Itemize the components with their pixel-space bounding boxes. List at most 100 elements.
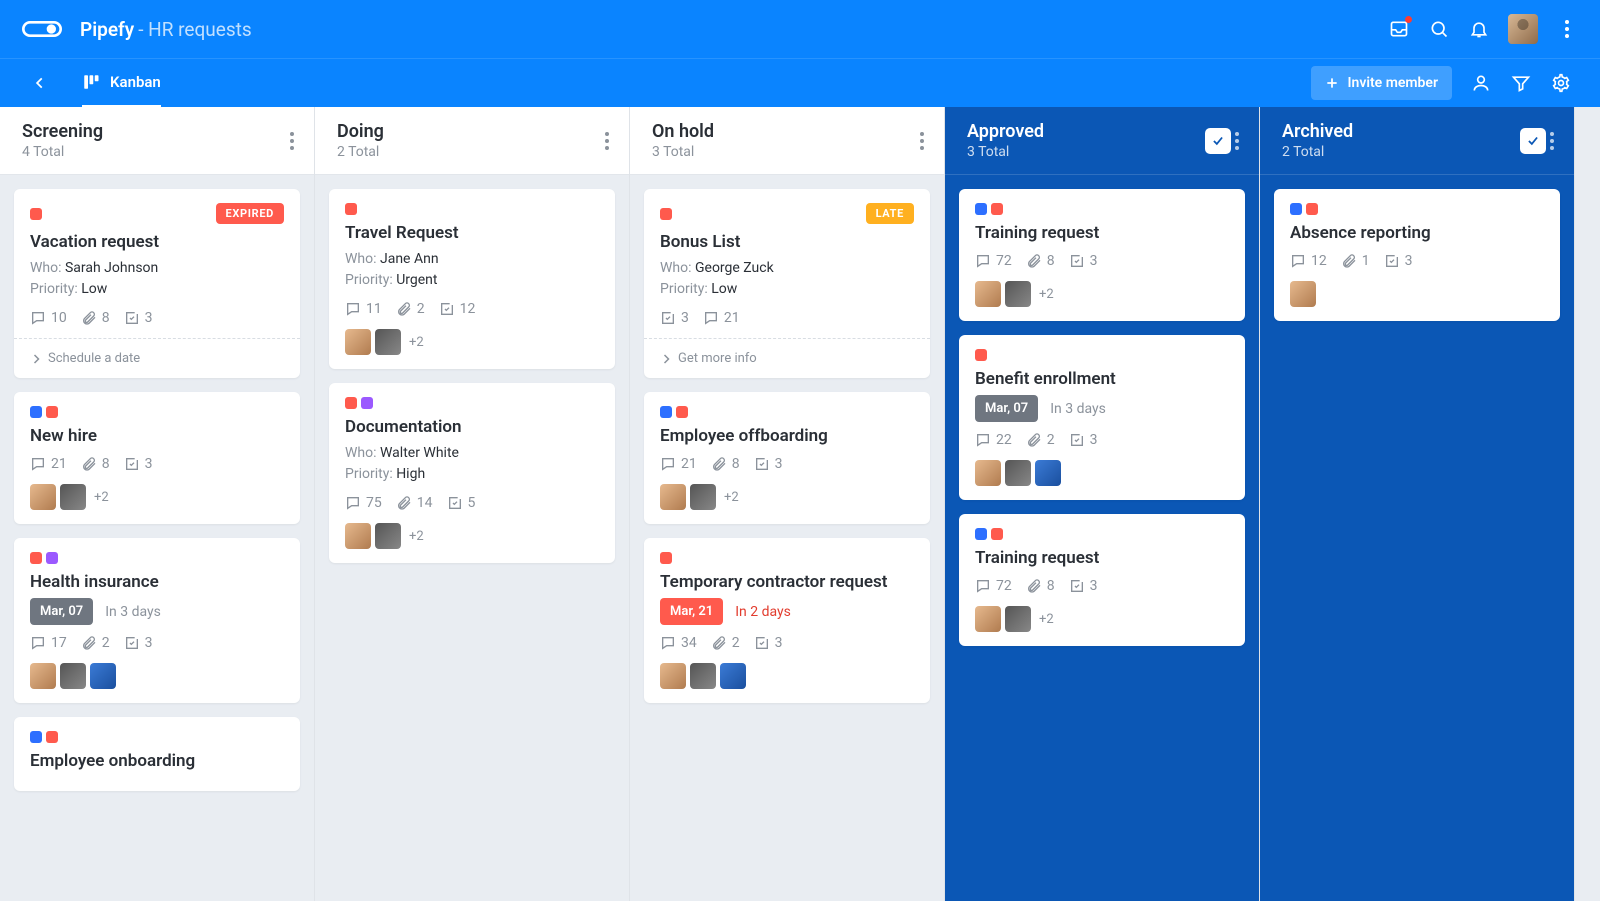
tasks-icon: 12 bbox=[439, 301, 476, 317]
avatar[interactable] bbox=[660, 663, 686, 689]
avatar[interactable] bbox=[375, 329, 401, 355]
label-dot bbox=[676, 406, 688, 418]
card[interactable]: DocumentationWho: Walter WhitePriority: … bbox=[329, 383, 615, 563]
tab-kanban[interactable]: Kanban bbox=[82, 73, 161, 108]
card[interactable]: Travel RequestWho: Jane AnnPriority: Urg… bbox=[329, 189, 615, 369]
tasks-icon: 3 bbox=[754, 635, 783, 651]
attach-icon: 2 bbox=[81, 635, 110, 651]
card-priority: Priority: Low bbox=[30, 279, 284, 300]
avatar[interactable] bbox=[975, 281, 1001, 307]
inbox-icon[interactable] bbox=[1388, 18, 1410, 40]
avatar[interactable] bbox=[690, 663, 716, 689]
avatar[interactable] bbox=[345, 523, 371, 549]
invite-member-button[interactable]: Invite member bbox=[1311, 66, 1452, 100]
card-assignees: +2 bbox=[345, 329, 599, 355]
card[interactable]: Employee onboarding bbox=[14, 717, 300, 791]
card[interactable]: Health insuranceMar, 07In 3 days1723 bbox=[14, 538, 300, 703]
card-stats: 7283 bbox=[975, 578, 1229, 594]
top-bar: Pipefy - HR requests bbox=[0, 0, 1600, 58]
bell-icon[interactable] bbox=[1468, 18, 1490, 40]
avatar[interactable] bbox=[1035, 460, 1061, 486]
kanban-board: Screening4 TotalEXPIREDVacation requestW… bbox=[0, 107, 1600, 901]
avatar[interactable] bbox=[690, 484, 716, 510]
avatar[interactable] bbox=[30, 484, 56, 510]
avatar[interactable] bbox=[30, 663, 56, 689]
column-more-button[interactable] bbox=[1231, 128, 1243, 154]
avatar[interactable] bbox=[345, 329, 371, 355]
label-dot bbox=[30, 208, 42, 220]
avatar[interactable] bbox=[975, 460, 1001, 486]
filter-icon[interactable] bbox=[1510, 72, 1532, 94]
label-dot bbox=[361, 397, 373, 409]
comment-icon: 22 bbox=[975, 432, 1012, 448]
avatar[interactable] bbox=[660, 484, 686, 510]
card-stats: 75145 bbox=[345, 495, 599, 511]
column-more-button[interactable] bbox=[601, 128, 613, 154]
tasks-icon: 3 bbox=[1069, 253, 1098, 269]
attach-icon: 2 bbox=[396, 301, 425, 317]
card[interactable]: LATEBonus ListWho: George ZuckPriority: … bbox=[644, 189, 930, 378]
column-count: 3 Total bbox=[652, 144, 916, 160]
column-more-button[interactable] bbox=[1546, 128, 1558, 154]
label-dot bbox=[991, 528, 1003, 540]
card-who: Who: Jane Ann bbox=[345, 249, 599, 270]
card[interactable]: Benefit enrollmentMar, 07In 3 days2223 bbox=[959, 335, 1245, 500]
card-action[interactable]: Schedule a date bbox=[14, 338, 300, 378]
card[interactable]: Employee offboarding2183+2 bbox=[644, 392, 930, 524]
card[interactable]: EXPIREDVacation requestWho: Sarah Johnso… bbox=[14, 189, 300, 378]
column-count: 2 Total bbox=[1282, 144, 1512, 160]
column-archived: Archived2 TotalAbsence reporting1213 bbox=[1260, 107, 1575, 901]
app-title: Pipefy - HR requests bbox=[80, 18, 252, 41]
card-labels bbox=[660, 552, 672, 564]
column-body: Absence reporting1213 bbox=[1260, 175, 1574, 901]
column-approved: Approved3 TotalTraining request7283+2Ben… bbox=[945, 107, 1260, 901]
column-more-button[interactable] bbox=[916, 128, 928, 154]
search-icon[interactable] bbox=[1428, 18, 1450, 40]
card-title: Documentation bbox=[345, 417, 599, 437]
status-badge: EXPIRED bbox=[216, 203, 284, 224]
card-title: Travel Request bbox=[345, 223, 599, 243]
card[interactable]: New hire2183+2 bbox=[14, 392, 300, 524]
more-icon[interactable] bbox=[1556, 18, 1578, 40]
card[interactable]: Training request7283+2 bbox=[959, 189, 1245, 321]
card-title: Training request bbox=[975, 548, 1229, 568]
column-more-button[interactable] bbox=[286, 128, 298, 154]
avatar[interactable] bbox=[1005, 281, 1031, 307]
avatar[interactable] bbox=[60, 663, 86, 689]
card-stats: 2183 bbox=[660, 456, 914, 472]
user-avatar[interactable] bbox=[1508, 14, 1538, 44]
attach-icon: 14 bbox=[396, 495, 433, 511]
avatar[interactable] bbox=[1290, 281, 1316, 307]
avatar[interactable] bbox=[1005, 606, 1031, 632]
card-labels bbox=[1290, 203, 1318, 215]
card[interactable]: Absence reporting1213 bbox=[1274, 189, 1560, 321]
card-action[interactable]: Get more info bbox=[644, 338, 930, 378]
card-who: Who: Walter White bbox=[345, 443, 599, 464]
settings-icon[interactable] bbox=[1550, 72, 1572, 94]
status-badge: LATE bbox=[866, 203, 914, 224]
avatar-more: +2 bbox=[409, 335, 424, 350]
column-body: LATEBonus ListWho: George ZuckPriority: … bbox=[630, 175, 944, 901]
avatar[interactable] bbox=[975, 606, 1001, 632]
card-stats: 1213 bbox=[1290, 253, 1544, 269]
card-title: Training request bbox=[975, 223, 1229, 243]
label-dot bbox=[991, 203, 1003, 215]
card-who: Who: Sarah Johnson bbox=[30, 258, 284, 279]
logo-icon[interactable] bbox=[22, 17, 62, 41]
card-stats: 321 bbox=[660, 310, 914, 326]
avatar[interactable] bbox=[1005, 460, 1031, 486]
column-count: 2 Total bbox=[337, 144, 601, 160]
check-icon bbox=[1520, 128, 1546, 154]
person-icon[interactable] bbox=[1470, 72, 1492, 94]
comment-icon: 11 bbox=[345, 301, 382, 317]
avatar[interactable] bbox=[90, 663, 116, 689]
card-assignees: +2 bbox=[660, 484, 914, 510]
back-button[interactable] bbox=[28, 76, 52, 90]
avatar[interactable] bbox=[375, 523, 401, 549]
avatar[interactable] bbox=[720, 663, 746, 689]
card-stats: 3423 bbox=[660, 635, 914, 651]
card-priority: Priority: Low bbox=[660, 279, 914, 300]
card[interactable]: Temporary contractor requestMar, 21In 2 … bbox=[644, 538, 930, 703]
card[interactable]: Training request7283+2 bbox=[959, 514, 1245, 646]
avatar[interactable] bbox=[60, 484, 86, 510]
